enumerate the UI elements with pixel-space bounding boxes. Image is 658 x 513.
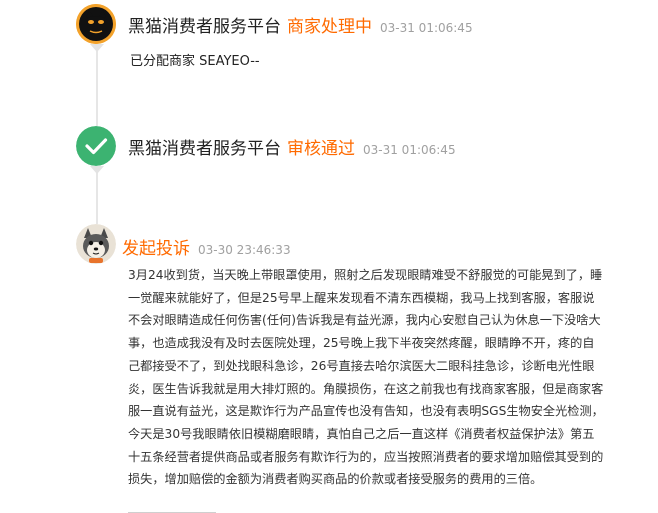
- complaint-line: 今天是30号我眼睛依旧模糊磨眼睛，真怕自己之后一直这样《消费者权益保护法》第五: [128, 426, 595, 441]
- timestamp: 03-30 23:46:33: [198, 243, 291, 257]
- platform-name: 黑猫消费者服务平台: [128, 17, 281, 37]
- status-label: 发起投诉: [122, 239, 190, 259]
- entry-header: 黑猫消费者服务平台 审核通过 03-31 01:06:45: [128, 134, 456, 159]
- complaint-line: 事，也造成我没有及时去医院处理，25号晚上我下半夜突然疼醒，眼睛睁不开，疼的自: [128, 336, 595, 351]
- entry-message: 已分配商家 SEAYEO--: [130, 54, 260, 69]
- avatar-pointer: [90, 166, 104, 174]
- complaint-line: 3月24收到货，当天晚上带眼罩使用，照射之后发现眼睛难受不舒服觉的可能晃到了，睡: [128, 268, 603, 282]
- complaint-line: 不会对眼睛造成任何伤害(任何)告诉我是有益光源，我内心安慰自己认为休息一下没啥大: [128, 313, 601, 328]
- complaint-line: 服一直说有益光，这是欺诈行为产品宣传也没有告知，也没有表明SGS生物安全光检测，: [128, 404, 604, 419]
- complaint-line: 炎，医生告诉我就是用大排灯照的。角膜损伤，在这之前我也有找商家客服，但是商家客: [128, 381, 604, 396]
- timestamp: 03-31 01:06:45: [363, 143, 456, 157]
- platform-name: 黑猫消费者服务平台: [128, 139, 281, 159]
- complaint-line: 己都接受不了，到处找眼科急诊，26号直接去哈尔滨医大二眼科挂急诊，诊断电光性眼: [128, 358, 595, 373]
- complaint-line: 损失，增加赔偿的金额为消费者购买商品的价款或者接受服务的费用的三倍。: [128, 472, 543, 487]
- entry-header: 黑猫消费者服务平台 商家处理中 03-31 01:06:45: [128, 12, 473, 37]
- black-cat-logo-icon: [76, 4, 116, 44]
- status-label: 商家处理中: [287, 17, 372, 37]
- complaint-line: 一觉醒来就能好了，但是25号早上醒来发现看不清东西模糊，我马上找到客服，客服说: [128, 290, 595, 305]
- timestamp: 03-31 01:06:45: [380, 21, 473, 35]
- cartoon-dog-avatar-icon: [76, 224, 116, 264]
- complaint-line: 十五条经营者提供商品或者服务有欺诈行为的，应当按照消费者的要求增加赔偿其受到的: [128, 449, 604, 464]
- avatar-pointer: [90, 44, 104, 52]
- entry-header: 发起投诉 03-30 23:46:33: [122, 234, 291, 259]
- status-label: 审核通过: [287, 139, 355, 159]
- complaint-description: 3月24收到货，当天晚上带眼罩使用，照射之后发现眼睛难受不舒服觉的可能晃到了，睡…: [128, 264, 620, 491]
- checkmark-circle-icon: [76, 126, 116, 166]
